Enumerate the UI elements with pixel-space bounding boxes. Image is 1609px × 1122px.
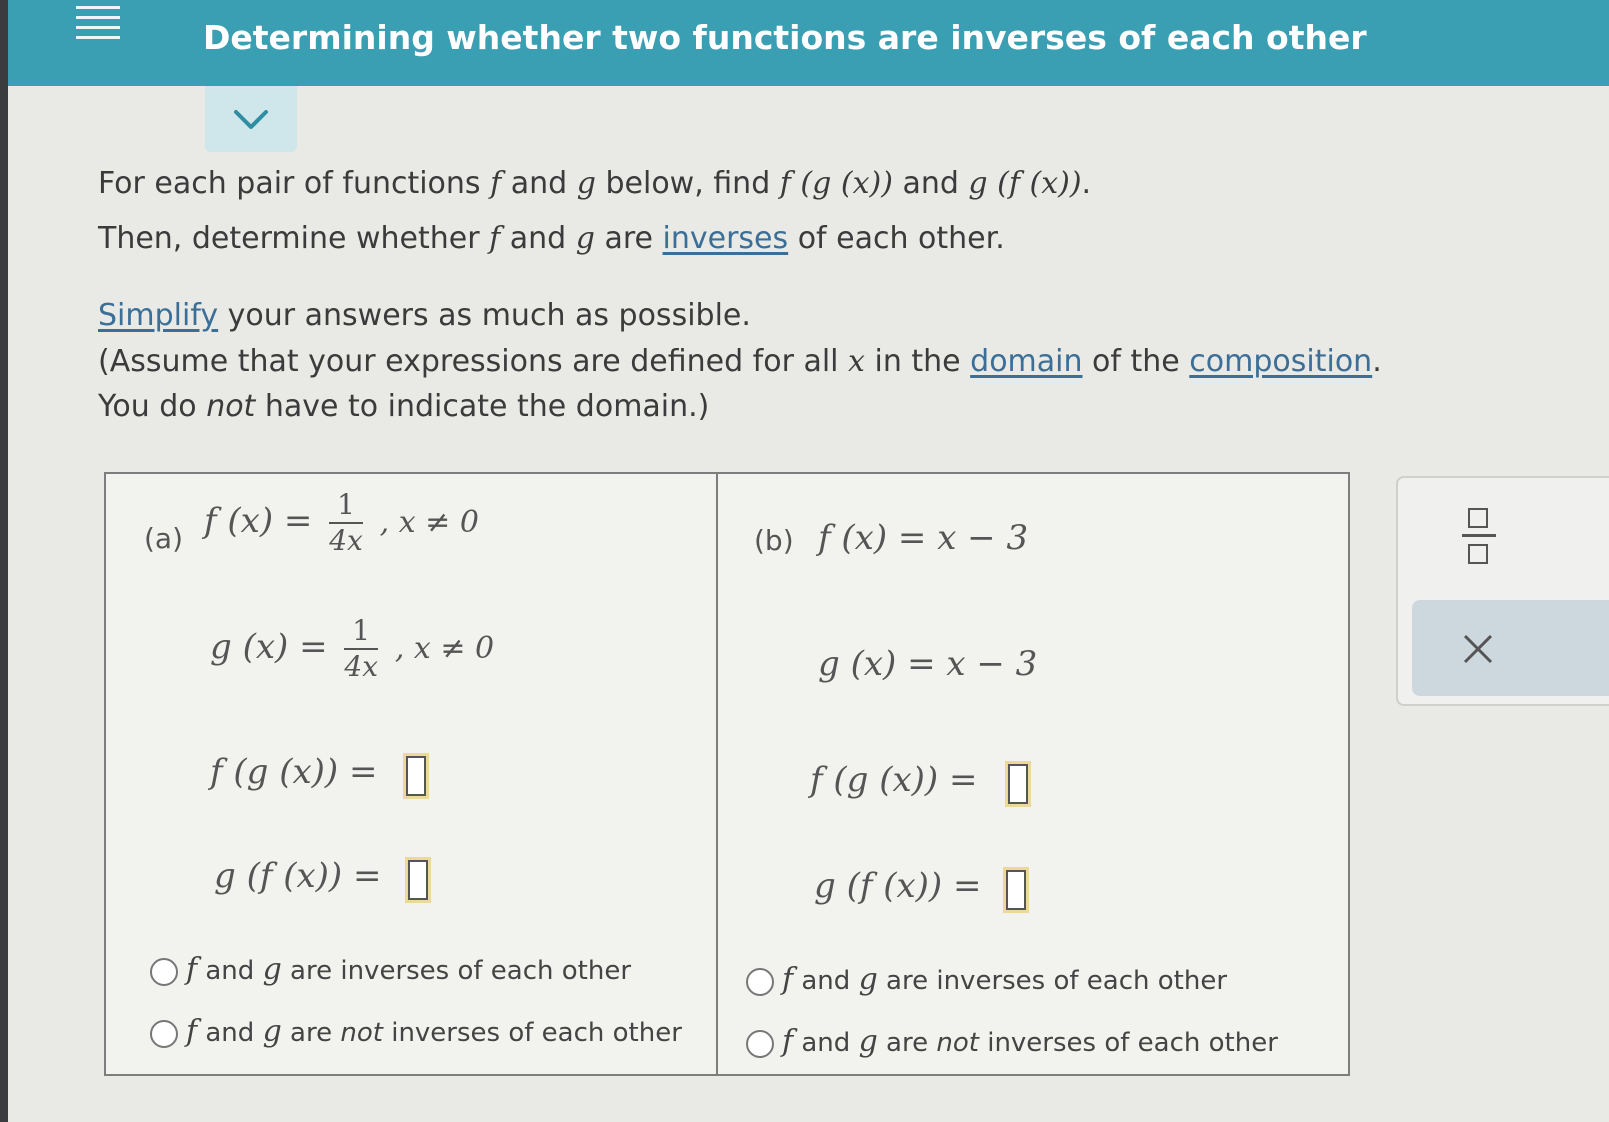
header-bar: Determining whether two functions are in… — [8, 0, 1609, 86]
part-a-f-definition: f (x) = 1 4x , x ≠ 0 — [204, 488, 479, 557]
clear-button[interactable] — [1412, 600, 1609, 696]
close-icon — [1463, 634, 1493, 664]
part-a-fg-input[interactable] — [406, 756, 426, 796]
instruction-line-2: Then, determine whether f and g are inve… — [98, 221, 1005, 256]
instruction-line-1: For each pair of functions f and g below… — [98, 166, 1092, 201]
part-a-gf-input[interactable] — [408, 860, 428, 900]
part-a-g-fraction: 1 4x — [344, 614, 378, 683]
chevron-down-icon — [234, 110, 268, 129]
inverses-link[interactable]: inverses — [663, 221, 789, 256]
part-b-fg-label: f (g (x)) = — [810, 760, 978, 800]
part-a-label: (a) — [144, 522, 184, 555]
part-b-g-definition: g (x) = x − 3 — [818, 644, 1038, 684]
part-b-label: (b) — [754, 524, 794, 557]
part-b-option-inverses[interactable]: f and g are inverses of each other — [746, 962, 1227, 997]
part-a-gf-label: g (f (x)) = — [214, 856, 382, 896]
part-b-fg-input[interactable] — [1008, 764, 1028, 804]
part-b-gf-input[interactable] — [1006, 870, 1026, 910]
radio-button[interactable] — [150, 1019, 178, 1048]
menu-icon[interactable] — [76, 2, 120, 42]
instruction-line-3: Simplify your answers as much as possibl… — [98, 298, 751, 333]
collapse-tab[interactable] — [205, 86, 297, 152]
part-a-fg-label: f (g (x)) = — [210, 752, 378, 792]
screen: Determining whether two functions are in… — [8, 0, 1609, 1122]
composition-link[interactable]: composition — [1189, 344, 1372, 379]
page-title: Determining whether two functions are in… — [203, 18, 1367, 57]
math-toolbox — [1396, 476, 1609, 706]
part-a-f-fraction: 1 4x — [329, 488, 363, 557]
instruction-line-5: You do not have to indicate the domain.) — [98, 389, 710, 424]
part-b-f-definition: f (x) = x − 3 — [818, 518, 1029, 558]
domain-link[interactable]: domain — [970, 344, 1082, 379]
part-a-g-definition: g (x) = 1 4x , x ≠ 0 — [210, 614, 495, 683]
radio-button[interactable] — [150, 957, 178, 986]
problem-panel: (a) f (x) = 1 4x , x ≠ 0 g (x) = 1 4x , x … — [104, 472, 1350, 1076]
fraction-icon[interactable] — [1460, 504, 1498, 568]
part-a-option-inverses[interactable]: f and g are inverses of each other — [150, 952, 631, 987]
part-a-option-not-inverses[interactable]: f and g are not inverses of each other — [150, 1014, 682, 1049]
simplify-link[interactable]: Simplify — [98, 298, 218, 333]
radio-button[interactable] — [746, 1029, 774, 1058]
radio-button[interactable] — [746, 967, 774, 996]
panel-divider — [716, 474, 718, 1074]
part-b-option-not-inverses[interactable]: f and g are not inverses of each other — [746, 1024, 1278, 1059]
instruction-line-4: (Assume that your expressions are define… — [98, 344, 1382, 379]
part-b-gf-label: g (f (x)) = — [814, 866, 982, 906]
